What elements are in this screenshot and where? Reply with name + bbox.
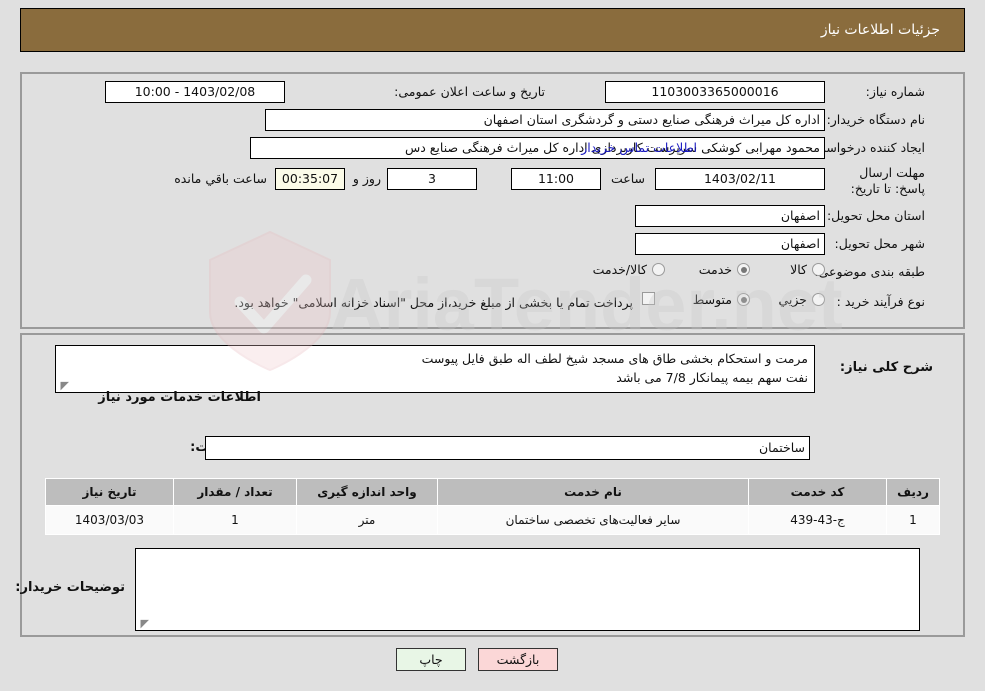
buyer-org-field[interactable]: اداره کل میراث فرهنگی صنایع دستی و گردشگ… [265, 109, 825, 131]
city-label: شهر محل تحویل: [834, 236, 925, 251]
col-name: نام خدمت [437, 478, 749, 506]
need-number-label: شماره نیاز: [865, 84, 925, 99]
buyer-contact-link[interactable]: اطلاعات تماس خریدار [581, 140, 697, 155]
service-group-field[interactable]: ساختمان [205, 436, 810, 460]
page-title-bar: جزئیات اطلاعات نیاز [20, 8, 965, 52]
need-summary-line-2: نفت سهم بیمه پیمانکار 7/8 می باشد [616, 370, 808, 385]
remaining-days-label: روز و [352, 171, 381, 186]
radio-icon[interactable] [812, 293, 825, 306]
radio-icon[interactable] [812, 263, 825, 276]
back-button[interactable]: بازگشت [478, 648, 558, 671]
deadline-label: مهلت ارسال پاسخ: تا تاریخ: [850, 165, 925, 196]
page-title: جزئیات اطلاعات نیاز [820, 22, 940, 38]
services-section-title: اطلاعات خدمات مورد نیاز [98, 390, 261, 405]
cell-unit: متر [296, 505, 438, 535]
creator-label: ایجاد کننده درخواست: [809, 140, 925, 155]
creator-field[interactable]: محمود مهرابی کوشکی سرپرست کاربردازی ادار… [250, 137, 825, 159]
need-number-field[interactable]: 1103003365000016 [605, 81, 825, 103]
cell-qty: 1 [173, 505, 297, 535]
deadline-time-label: ساعت [610, 171, 645, 186]
treasury-note: پرداخت تمام یا بخشی از مبلغ خرید،از محل … [234, 295, 633, 310]
col-unit: واحد اندازه گیری [296, 478, 438, 506]
col-code: کد خدمت [748, 478, 887, 506]
remaining-clock-field: 00:35:07 [275, 168, 345, 190]
category-option-kala-khedmat[interactable]: کالا/خدمت [593, 262, 665, 277]
treasury-checkbox[interactable] [642, 292, 655, 305]
need-summary-textarea[interactable]: مرمت و استحکام بخشی طاق های مسجد شیخ لطف… [55, 345, 815, 393]
deadline-date-field[interactable]: 1403/02/11 [655, 168, 825, 190]
province-label: استان محل تحویل: [826, 208, 925, 223]
deadline-time-field[interactable]: 11:00 [511, 168, 601, 190]
category-option-kala[interactable]: کالا [790, 262, 825, 277]
radio-icon[interactable] [737, 293, 750, 306]
buyer-notes-textarea[interactable]: ◤ [135, 548, 920, 631]
cell-radif: 1 [886, 505, 940, 535]
print-button[interactable]: چاپ [396, 648, 466, 671]
process-option-motevaset[interactable]: متوسط [693, 292, 750, 307]
remaining-clock-label: ساعت باقي مانده [174, 171, 267, 186]
public-announce-label: تاریخ و ساعت اعلان عمومی: [394, 84, 545, 99]
page-root: جزئیات اطلاعات نیاز AriaTender.net شماره… [0, 0, 985, 691]
category-label: طبقه بندی موضوعی: [814, 264, 925, 279]
category-option-label: کالا/خدمت [592, 262, 647, 277]
public-announce-field[interactable]: 1403/02/08 - 10:00 [105, 81, 285, 103]
category-option-label: خدمت [698, 262, 732, 277]
category-option-label: کالا [790, 262, 807, 277]
need-summary-line-1: مرمت و استحکام بخشی طاق های مسجد شیخ لطف… [421, 351, 808, 366]
process-option-jozii[interactable]: جزیي [778, 292, 825, 307]
cell-name: سایر فعالیت‌های تخصصی ساختمان [437, 505, 749, 535]
resize-grip-icon[interactable]: ◤ [138, 618, 149, 629]
cell-code: ج-43-439 [748, 505, 887, 535]
resize-grip-icon[interactable]: ◤ [58, 380, 69, 391]
table-row[interactable]: 1 ج-43-439 سایر فعالیت‌های تخصصی ساختمان… [45, 505, 940, 535]
process-label: نوع فرآیند خرید : [836, 294, 925, 309]
buyer-org-label: نام دستگاه خریدار: [826, 112, 925, 127]
process-option-label: جزیي [778, 292, 807, 307]
table-header-row: ردیف کد خدمت نام خدمت واحد اندازه گیری ت… [45, 478, 940, 506]
process-option-label: متوسط [692, 292, 732, 307]
category-option-khedmat[interactable]: خدمت [699, 262, 750, 277]
remaining-days-field[interactable]: 3 [387, 168, 477, 190]
city-field[interactable]: اصفهان [635, 233, 825, 255]
col-date: تاریخ نیاز [45, 478, 174, 506]
province-field[interactable]: اصفهان [635, 205, 825, 227]
cell-date: 1403/03/03 [45, 505, 174, 535]
need-summary-label: شرح کلی نیاز: [839, 360, 933, 375]
col-qty: تعداد / مقدار [173, 478, 297, 506]
radio-icon[interactable] [737, 263, 750, 276]
buyer-notes-label: توضیحات خریدار: [15, 580, 125, 595]
col-radif: ردیف [886, 478, 940, 506]
services-table: ردیف کد خدمت نام خدمت واحد اندازه گیری ت… [45, 478, 940, 535]
radio-icon[interactable] [652, 263, 665, 276]
